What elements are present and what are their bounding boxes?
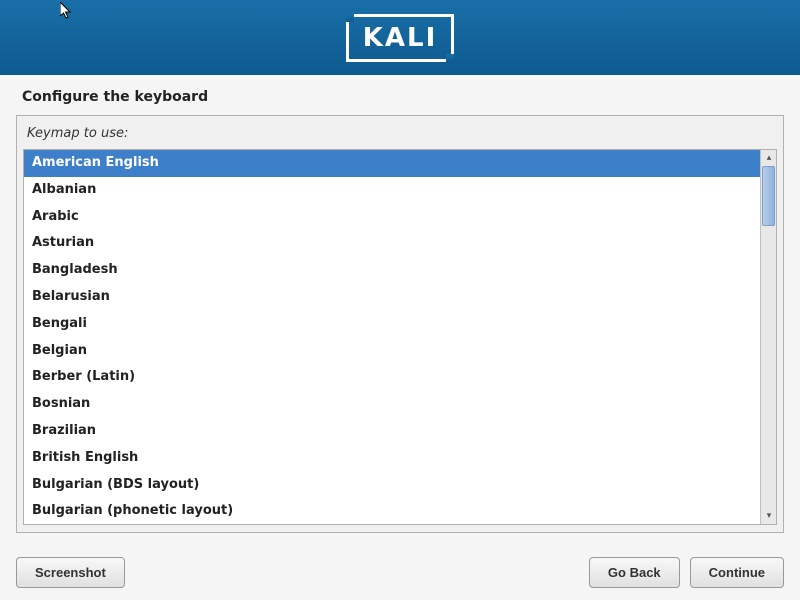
keymap-list-container: American EnglishAlbanianArabicAsturianBa… xyxy=(23,149,777,525)
scroll-up-icon[interactable]: ▴ xyxy=(762,151,776,165)
keymap-option[interactable]: Albanian xyxy=(24,177,760,204)
keymap-option[interactable]: Bengali xyxy=(24,311,760,338)
page-title: Configure the keyboard xyxy=(0,75,800,115)
button-bar: Screenshot Go Back Continue xyxy=(0,557,800,588)
keymap-option[interactable]: Brazilian xyxy=(24,418,760,445)
scroll-thumb[interactable] xyxy=(762,166,775,226)
scroll-down-icon[interactable]: ▾ xyxy=(762,509,776,523)
continue-button[interactable]: Continue xyxy=(690,557,784,588)
keymap-label: Keymap to use: xyxy=(23,122,777,149)
installer-header: KALI xyxy=(0,0,800,75)
keymap-option[interactable]: Asturian xyxy=(24,230,760,257)
keymap-option[interactable]: British English xyxy=(24,445,760,472)
keymap-option[interactable]: Bosnian xyxy=(24,391,760,418)
screenshot-button[interactable]: Screenshot xyxy=(16,557,125,588)
keymap-option[interactable]: Bulgarian (phonetic layout) xyxy=(24,498,760,524)
keymap-option[interactable]: Bangladesh xyxy=(24,257,760,284)
keymap-option[interactable]: Arabic xyxy=(24,204,760,231)
go-back-button[interactable]: Go Back xyxy=(589,557,680,588)
keymap-list[interactable]: American EnglishAlbanianArabicAsturianBa… xyxy=(24,150,760,524)
keymap-option[interactable]: Berber (Latin) xyxy=(24,364,760,391)
keymap-option[interactable]: Bulgarian (BDS layout) xyxy=(24,472,760,499)
kali-logo: KALI xyxy=(346,14,455,62)
content-panel: Keymap to use: American EnglishAlbanianA… xyxy=(16,115,784,533)
keymap-option[interactable]: Belarusian xyxy=(24,284,760,311)
keymap-option[interactable]: American English xyxy=(24,150,760,177)
keymap-option[interactable]: Belgian xyxy=(24,338,760,365)
logo-text: KALI xyxy=(363,23,438,53)
scrollbar[interactable]: ▴ ▾ xyxy=(760,150,776,524)
